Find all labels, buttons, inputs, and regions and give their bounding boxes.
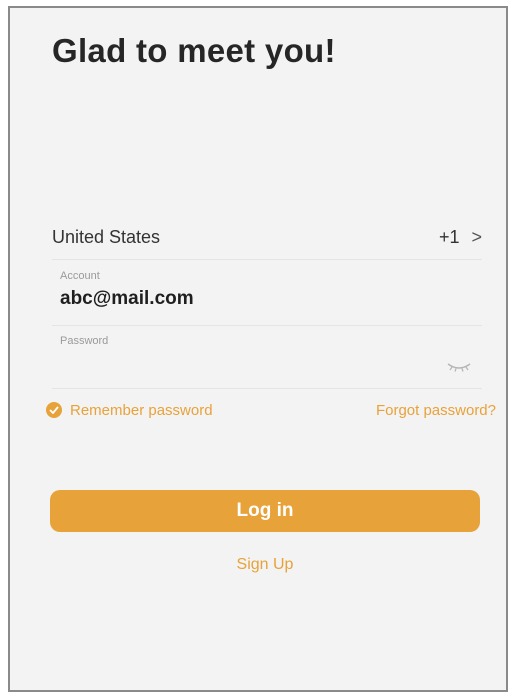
remember-password-label: Remember password — [70, 401, 213, 419]
account-label: Account — [60, 270, 100, 282]
dial-code: +1 — [438, 227, 460, 247]
dial-code-group: +1 > — [439, 227, 482, 248]
chevron-right-icon: > — [471, 227, 482, 247]
page-title: Glad to meet you! — [52, 32, 336, 69]
eye-closed-icon[interactable] — [446, 361, 472, 373]
remember-password-toggle[interactable]: Remember password — [46, 402, 213, 419]
country-name: United States — [52, 227, 161, 247]
password-input[interactable] — [60, 353, 440, 371]
sign-up-link[interactable]: Sign Up — [10, 556, 510, 574]
password-label: Password — [60, 335, 109, 347]
login-button[interactable]: Log in — [50, 490, 480, 532]
login-screen: Glad to meet you! United States +1 > Acc… — [8, 6, 508, 692]
checkmark-icon — [46, 402, 62, 418]
country-selector[interactable]: United States +1 > — [52, 216, 482, 260]
forgot-password-link[interactable]: Forgot password? — [376, 402, 496, 419]
account-input[interactable] — [60, 288, 440, 310]
account-field: Account — [52, 266, 482, 326]
options-row: Remember password Forgot password? — [46, 398, 496, 422]
password-field: Password — [52, 331, 482, 389]
